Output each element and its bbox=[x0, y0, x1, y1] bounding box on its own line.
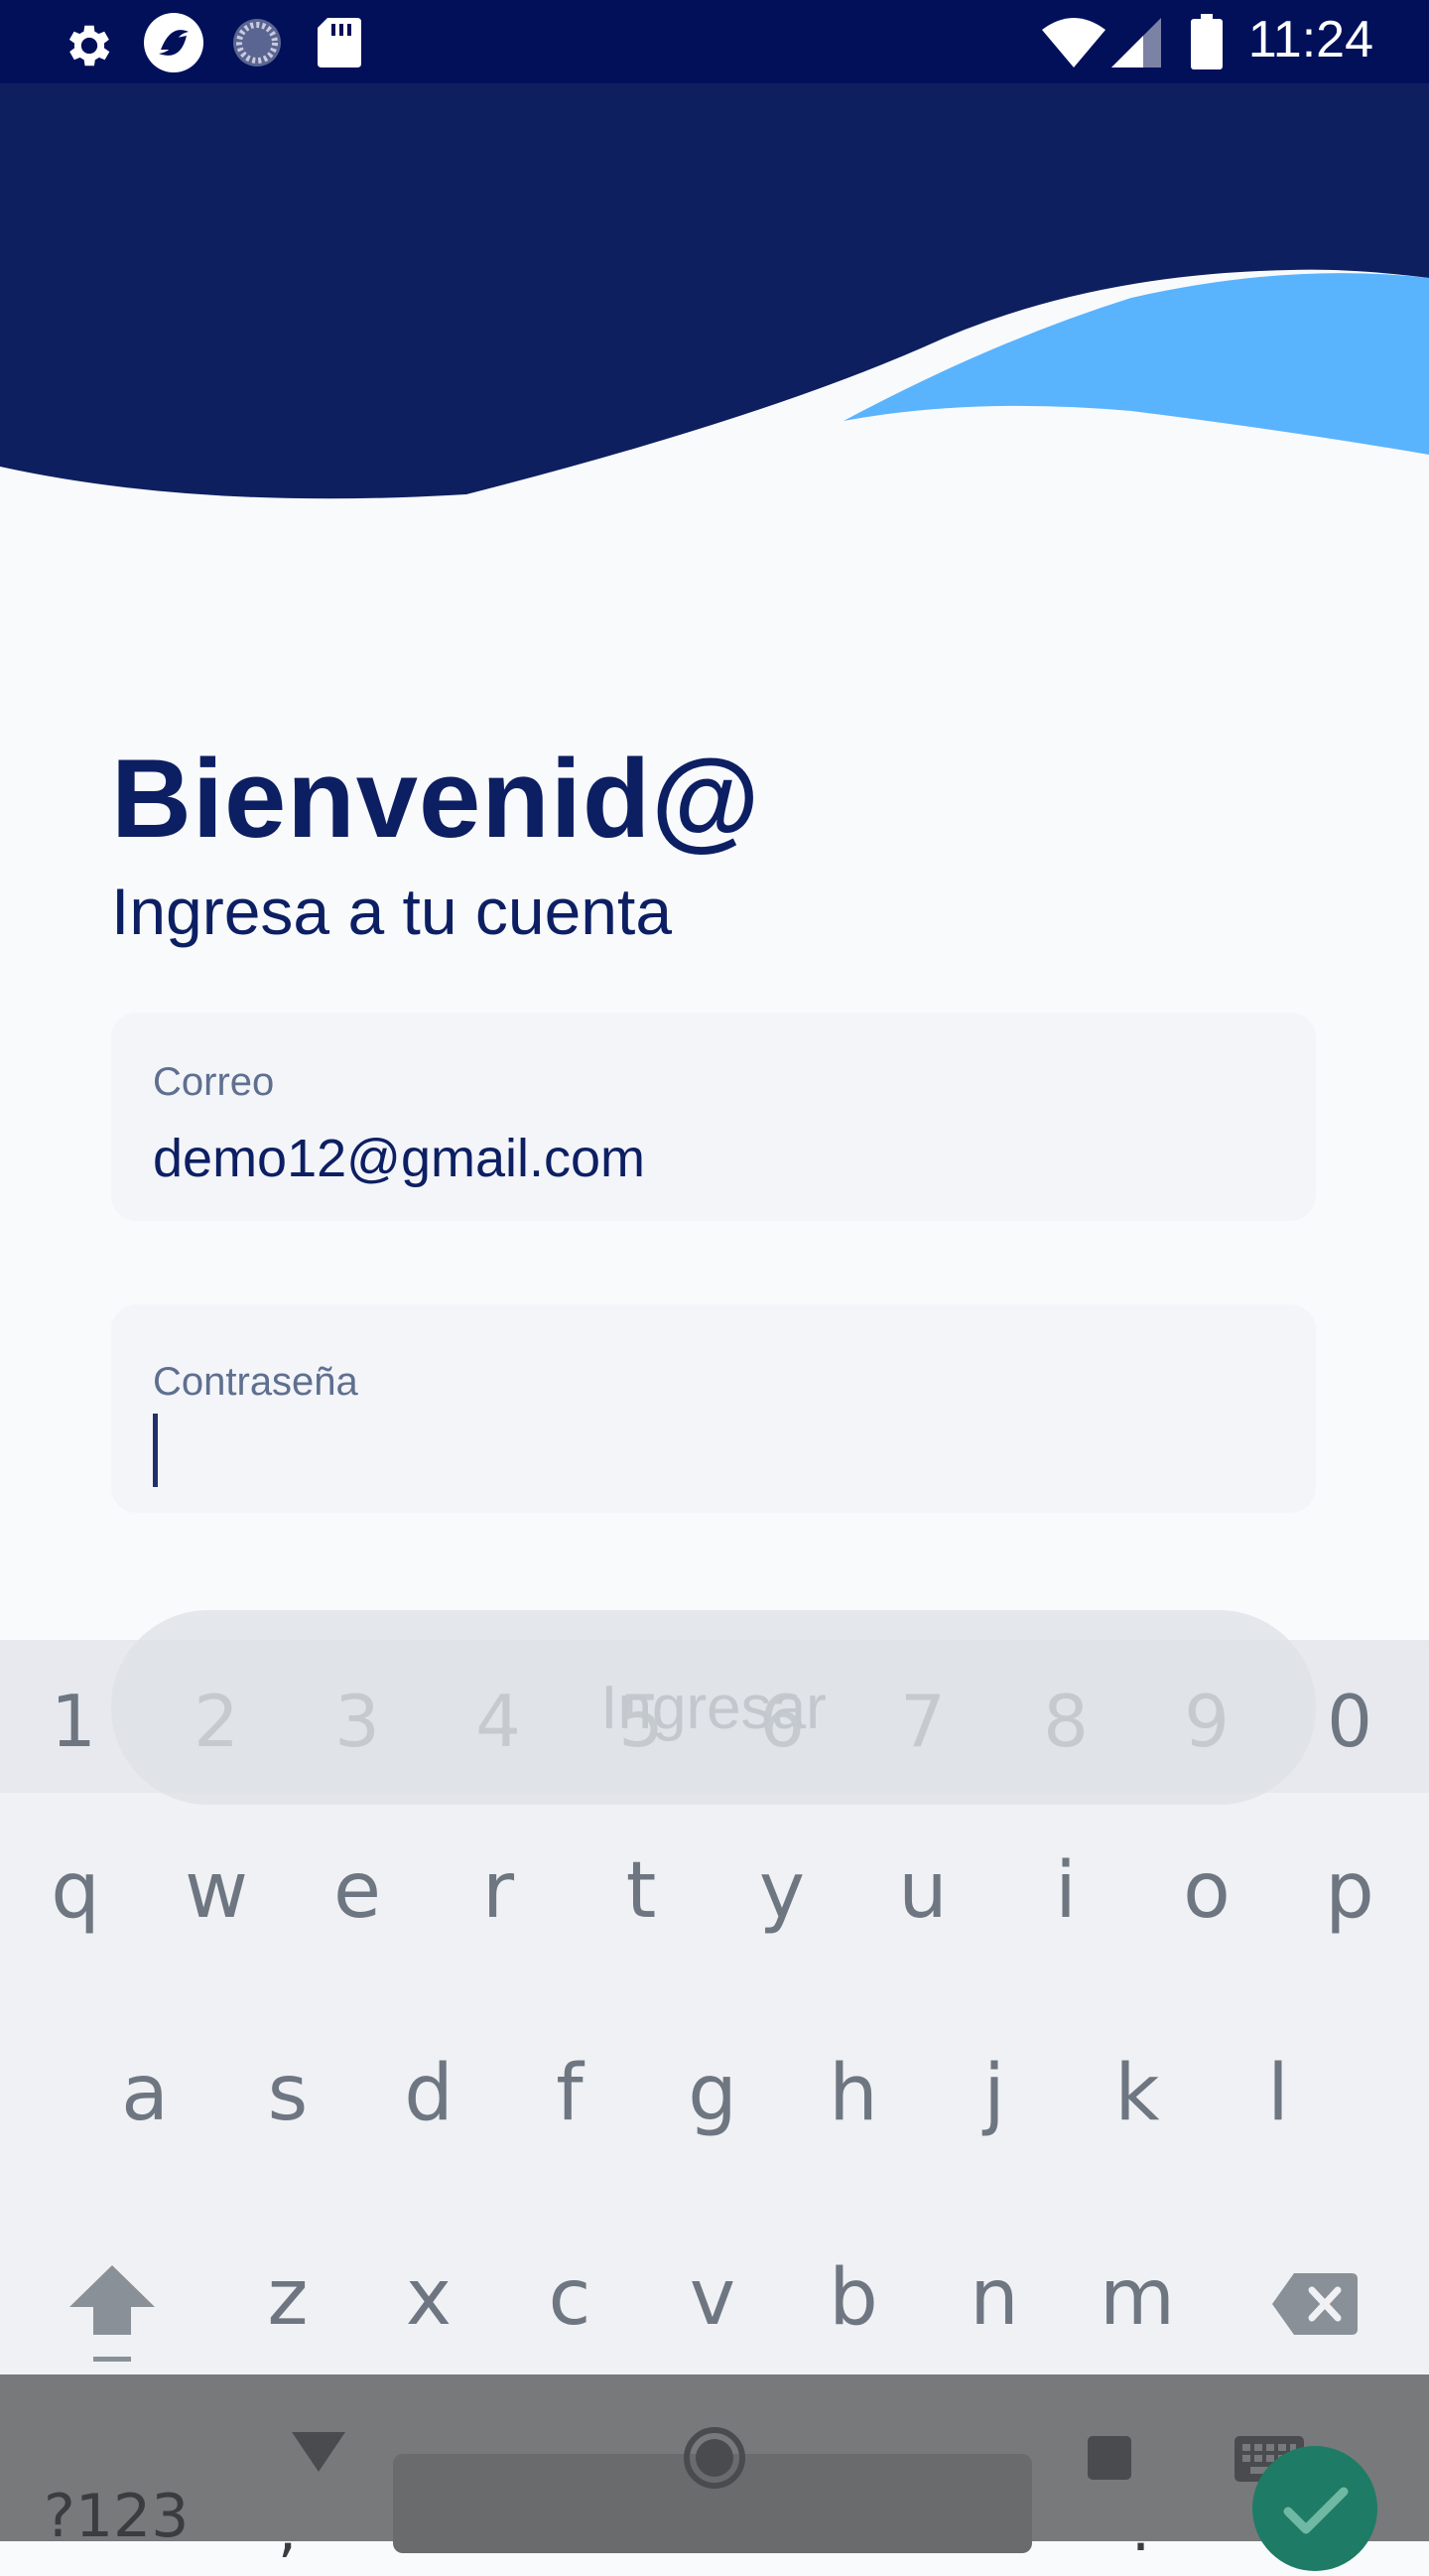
key-t[interactable]: t bbox=[570, 1846, 713, 1936]
home-icon[interactable] bbox=[683, 2426, 746, 2495]
key-y[interactable]: y bbox=[711, 1846, 853, 1936]
key-w[interactable]: w bbox=[145, 1846, 288, 1936]
key-d[interactable]: d bbox=[357, 2049, 500, 2138]
email-field[interactable]: Correo demo12@gmail.com bbox=[111, 1013, 1316, 1221]
email-field-label: Correo bbox=[153, 1060, 275, 1104]
settings-gear-icon bbox=[62, 18, 117, 78]
password-field[interactable]: Contraseña bbox=[111, 1304, 1316, 1513]
battery-icon bbox=[1191, 14, 1223, 74]
sd-card-icon bbox=[318, 18, 361, 72]
text-cursor bbox=[153, 1414, 158, 1487]
key-m[interactable]: m bbox=[1066, 2253, 1209, 2343]
cell-signal-icon bbox=[1111, 18, 1161, 72]
welcome-subtitle: Ingresa a tu cuenta bbox=[111, 875, 673, 948]
key-a[interactable]: a bbox=[73, 2049, 216, 2138]
password-field-label: Contraseña bbox=[153, 1360, 358, 1404]
key-r[interactable]: r bbox=[427, 1846, 570, 1936]
status-bar: 11:24 bbox=[0, 0, 1429, 83]
key-c[interactable]: c bbox=[498, 2253, 641, 2343]
key-k[interactable]: k bbox=[1066, 2049, 1209, 2138]
back-icon[interactable] bbox=[292, 2432, 345, 2477]
login-button[interactable]: Ingresar bbox=[111, 1610, 1316, 1805]
key-l[interactable]: l bbox=[1207, 2049, 1350, 2138]
welcome-title: Bienvenid@ bbox=[111, 737, 761, 861]
key-v[interactable]: v bbox=[641, 2253, 784, 2343]
key-g[interactable]: g bbox=[641, 2049, 784, 2138]
wifi-icon bbox=[1042, 18, 1105, 72]
key-z[interactable]: z bbox=[216, 2253, 359, 2343]
login-button-label: Ingresar bbox=[600, 1673, 827, 1742]
comma-key[interactable]: , bbox=[278, 2496, 297, 2565]
status-time: 11:24 bbox=[1247, 11, 1373, 68]
key-n[interactable]: n bbox=[923, 2253, 1066, 2343]
done-check-icon[interactable] bbox=[1252, 2446, 1377, 2576]
key-h[interactable]: h bbox=[782, 2049, 925, 2138]
key-o[interactable]: o bbox=[1135, 1846, 1278, 1936]
backspace-key-icon[interactable] bbox=[1272, 2273, 1358, 2340]
key-j[interactable]: j bbox=[923, 2049, 1066, 2138]
email-field-value: demo12@gmail.com bbox=[153, 1129, 646, 1188]
sync-spinner-icon bbox=[230, 16, 284, 74]
key-i[interactable]: i bbox=[994, 1846, 1137, 1936]
period-key[interactable]: . bbox=[1131, 2496, 1150, 2565]
key-b[interactable]: b bbox=[782, 2253, 925, 2343]
header-wave bbox=[0, 83, 1429, 499]
key-s[interactable]: s bbox=[216, 2049, 359, 2138]
app-logo-icon bbox=[141, 10, 206, 80]
key-q[interactable]: q bbox=[4, 1846, 147, 1936]
key-p[interactable]: p bbox=[1278, 1846, 1421, 1936]
recents-icon[interactable] bbox=[1088, 2436, 1131, 2485]
key-f[interactable]: f bbox=[498, 2049, 641, 2138]
key-u[interactable]: u bbox=[851, 1846, 994, 1936]
navigation-bar: ?123 , . bbox=[0, 2374, 1429, 2571]
shift-key-icon[interactable] bbox=[67, 2265, 157, 2370]
key-x[interactable]: x bbox=[357, 2253, 500, 2343]
key-e[interactable]: e bbox=[286, 1846, 429, 1936]
